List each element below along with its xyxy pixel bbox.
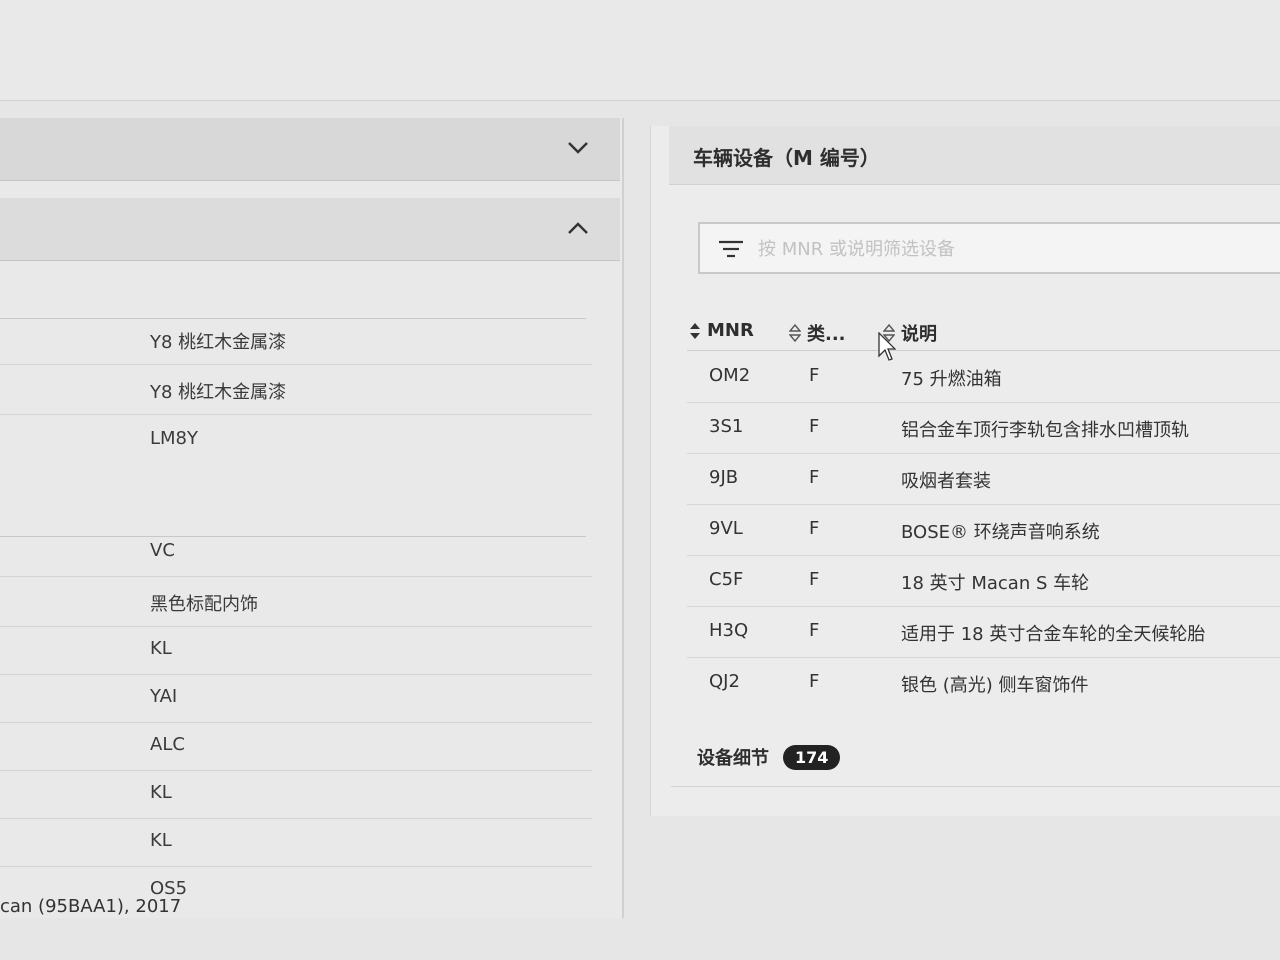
sort-icon bbox=[883, 324, 895, 342]
type-cell: F bbox=[809, 416, 820, 437]
description-cell: 18 英寸 Macan S 车轮 bbox=[901, 573, 1090, 594]
left-value-row: VC bbox=[0, 528, 592, 577]
divider bbox=[671, 786, 1280, 787]
header-divider bbox=[687, 350, 1280, 351]
table-row[interactable]: QJ2 F 银色 (高光) 侧车窗饰件 bbox=[687, 658, 1280, 708]
chevron-down-icon[interactable] bbox=[566, 136, 590, 160]
description-cell: 75 升燃油箱 bbox=[901, 369, 1002, 390]
column-label: 说明 bbox=[901, 324, 937, 345]
value-text: KL bbox=[150, 830, 172, 851]
panel-title: 车辆设备（M 编号） bbox=[693, 146, 880, 170]
vehicle-model-label: can (95BAA1), 2017 bbox=[0, 896, 182, 917]
left-section-header-expanded[interactable] bbox=[0, 198, 620, 261]
panel-header: 车辆设备（M 编号） bbox=[669, 126, 1280, 185]
type-cell: F bbox=[809, 671, 820, 692]
mnr-cell: H3Q bbox=[709, 620, 749, 641]
type-cell: F bbox=[809, 518, 820, 539]
type-cell: F bbox=[809, 365, 820, 386]
description-cell: 铝合金车顶行李轨包含排水凹槽顶轨 bbox=[901, 420, 1189, 441]
left-value-row: KL bbox=[0, 770, 592, 819]
left-value-row: ALC bbox=[0, 722, 592, 771]
mnr-cell: 9VL bbox=[709, 518, 743, 539]
value-text: KL bbox=[150, 638, 172, 659]
left-value-row: YAI bbox=[0, 674, 592, 723]
left-section-header-collapsed[interactable] bbox=[0, 118, 620, 181]
table-row[interactable]: OM2 F 75 升燃油箱 bbox=[687, 352, 1280, 403]
value-text: KL bbox=[150, 782, 172, 803]
left-value-row: LM8Y bbox=[0, 416, 592, 464]
description-cell: BOSE® 环绕声音响系统 bbox=[901, 522, 1100, 543]
sort-icon bbox=[690, 322, 700, 339]
description-cell: 银色 (高光) 侧车窗饰件 bbox=[901, 675, 1089, 696]
value-text: Y8 桃红木金属漆 bbox=[150, 332, 287, 353]
mnr-cell: QJ2 bbox=[709, 671, 740, 692]
description-cell: 适用于 18 英寸合金车轮的全天候轮胎 bbox=[901, 624, 1206, 645]
type-cell: F bbox=[809, 467, 820, 488]
value-text: 黑色标配内饰 bbox=[150, 594, 258, 615]
mnr-cell: 9JB bbox=[709, 467, 739, 488]
column-header-mnr[interactable]: MNR bbox=[689, 320, 754, 341]
column-header-description[interactable]: 说明 bbox=[883, 320, 937, 346]
left-panel: Y8 桃红木金属漆 Y8 桃红木金属漆 LM8Y VC 黑色标配内饰 KL YA… bbox=[0, 118, 624, 918]
value-text: Y8 桃红木金属漆 bbox=[150, 382, 287, 403]
table-row[interactable]: 9VL F BOSE® 环绕声音响系统 bbox=[687, 505, 1280, 556]
mnr-cell: OM2 bbox=[709, 365, 751, 386]
column-label: MNR bbox=[707, 320, 754, 341]
details-label: 设备细节 bbox=[697, 748, 769, 769]
type-cell: F bbox=[809, 569, 820, 590]
filter-input[interactable] bbox=[756, 234, 1240, 264]
table-row[interactable]: H3Q F 适用于 18 英寸合金车轮的全天候轮胎 bbox=[687, 607, 1280, 658]
left-value-row: KL bbox=[0, 626, 592, 675]
mnr-cell: 3S1 bbox=[709, 416, 744, 437]
table-row[interactable]: C5F F 18 英寸 Macan S 车轮 bbox=[687, 556, 1280, 607]
left-value-row: KL bbox=[0, 818, 592, 867]
value-text: VC bbox=[150, 540, 175, 561]
left-value-row: 黑色标配内饰 bbox=[0, 578, 592, 627]
left-value-row: OS5 bbox=[0, 866, 592, 900]
table-row[interactable]: 3S1 F 铝合金车顶行李轨包含排水凹槽顶轨 bbox=[687, 403, 1280, 454]
left-value-row: Y8 桃红木金属漆 bbox=[0, 366, 592, 415]
sort-icon bbox=[789, 324, 801, 342]
top-band bbox=[0, 0, 1280, 101]
left-value-row: Y8 桃红木金属漆 bbox=[0, 316, 592, 365]
chevron-up-icon[interactable] bbox=[566, 216, 590, 240]
filter-icon bbox=[719, 240, 743, 258]
table-row[interactable]: 9JB F 吸烟者套装 bbox=[687, 454, 1280, 505]
value-text: YAI bbox=[150, 686, 178, 707]
column-header-type[interactable]: 类... bbox=[789, 320, 846, 346]
filter-field[interactable] bbox=[698, 222, 1280, 274]
type-cell: F bbox=[809, 620, 820, 641]
value-text: LM8Y bbox=[150, 428, 199, 449]
mnr-cell: C5F bbox=[709, 569, 744, 590]
equipment-details-toggle[interactable]: 设备细节 174 bbox=[697, 744, 841, 770]
vehicle-equipment-panel: 车辆设备（M 编号） MNR 类... 说明 OM2 F 75 升燃油箱 3S1… bbox=[650, 126, 1280, 816]
description-cell: 吸烟者套装 bbox=[901, 471, 991, 492]
value-text: ALC bbox=[150, 734, 185, 755]
column-label: 类... bbox=[807, 324, 846, 345]
count-badge: 174 bbox=[783, 744, 841, 770]
